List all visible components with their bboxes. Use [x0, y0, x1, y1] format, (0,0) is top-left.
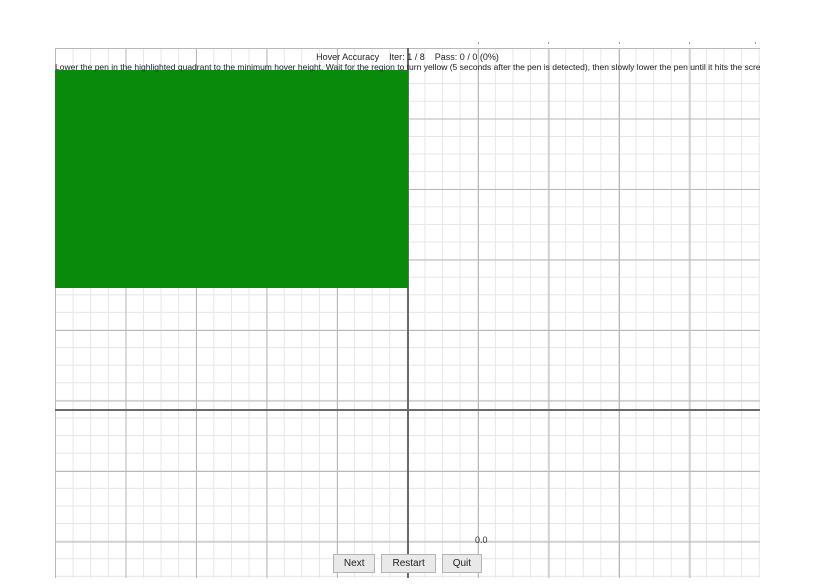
iter-total: 8 — [420, 52, 425, 62]
iter-label: Iter: — [389, 52, 405, 62]
pass-percent: 0% — [483, 52, 496, 62]
pass-total: 0 — [472, 52, 477, 62]
hover-readout: 0.0 — [475, 535, 488, 545]
title-label: Hover Accuracy — [316, 52, 379, 62]
highlighted-quadrant[interactable] — [55, 70, 408, 288]
iter-current: 1 — [407, 52, 412, 62]
pass-label: Pass: — [435, 52, 458, 62]
header-status: Hover Accuracy Iter: 1 / 8 Pass: 0 / 0 (… — [55, 52, 760, 62]
instructions-text: Lower the pen in the highlighted quadran… — [55, 62, 760, 72]
plot-area[interactable]: 0.0 Next Restart Quit — [55, 48, 760, 578]
next-button[interactable]: Next — [333, 554, 376, 573]
pass-count: 0 — [460, 52, 465, 62]
restart-button[interactable]: Restart — [381, 554, 435, 573]
quit-button[interactable]: Quit — [442, 554, 482, 573]
button-bar: Next Restart Quit — [55, 554, 760, 573]
